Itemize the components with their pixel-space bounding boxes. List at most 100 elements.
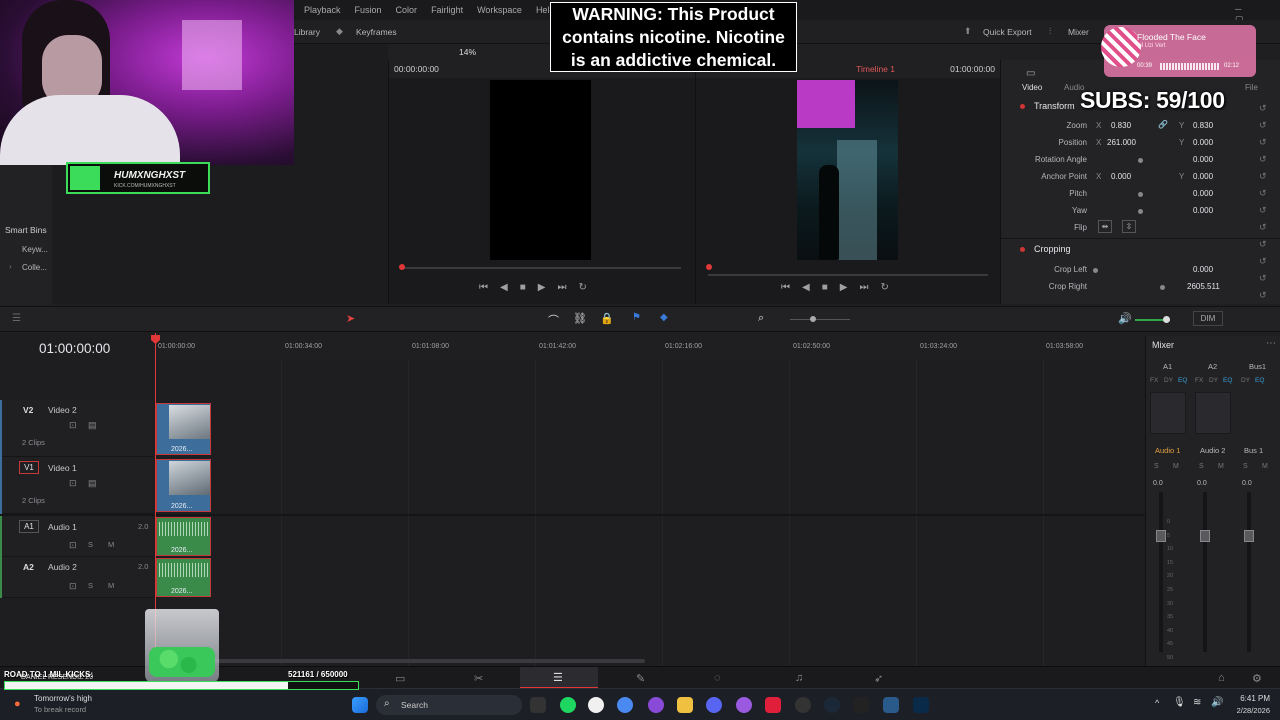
selection-tool-icon[interactable]: ➤ (346, 312, 355, 325)
zoom-x-field[interactable]: 0.830 (1111, 121, 1131, 130)
yaw-field[interactable]: 0.000 (1193, 206, 1213, 215)
jump-start-icon[interactable]: ⏮ (781, 282, 790, 293)
zoom-slider-knob[interactable] (810, 316, 816, 322)
file-explorer-icon[interactable] (677, 697, 693, 713)
spotify-icon[interactable] (560, 697, 576, 713)
track-name-v2[interactable]: Video 2 (48, 405, 77, 415)
microphone-icon[interactable]: 🎙 (1173, 697, 1186, 708)
track-header-a2[interactable]: A2 Audio 2 2.0 ⊡ S M (0, 557, 153, 598)
color-page-icon[interactable]: ◌ (714, 672, 721, 684)
reset-icons[interactable]: ↺ ↺ ↺ ↺ ↺ ↺ ↺ ↺ ↺ ↺ ↺ ↺ (1259, 100, 1267, 304)
volume-knob[interactable] (1163, 316, 1170, 323)
wifi-icon[interactable]: ≋ (1193, 697, 1201, 708)
menu-fusion[interactable]: Fusion (355, 5, 382, 15)
app-icon[interactable] (853, 697, 869, 713)
chevron-up-icon[interactable]: ^ (1155, 698, 1159, 708)
dim-button[interactable]: DIM (1193, 311, 1223, 326)
obs-icon[interactable] (736, 697, 752, 713)
weather-title[interactable]: Tomorrow's high (34, 694, 92, 703)
media-page-icon[interactable]: ▭ (395, 672, 405, 685)
crop-left-slider[interactable] (1093, 268, 1098, 273)
snapping-icon[interactable]: ⌒ (548, 312, 559, 328)
menu-color[interactable]: Color (396, 5, 418, 15)
step-back-icon[interactable]: ◀ (802, 282, 810, 293)
fader-knob-bus1[interactable] (1244, 530, 1254, 542)
mute-button[interactable]: M (1218, 463, 1224, 470)
photoshop-icon[interactable] (913, 697, 929, 713)
flag-icon[interactable]: ⚑ (632, 312, 641, 323)
clip-a2[interactable]: 2026... (156, 558, 211, 597)
mute-button[interactable]: M (1262, 463, 1268, 470)
timeline-options-icon[interactable]: ☰ (12, 313, 21, 324)
menu-workspace[interactable]: Workspace (477, 5, 522, 15)
stop-icon[interactable]: ■ (520, 282, 526, 293)
tab-video[interactable]: Video (1022, 83, 1042, 92)
track-badge-v2[interactable]: V2 (23, 405, 33, 415)
timeline-scrubber[interactable] (708, 274, 988, 276)
clip-v2[interactable]: 2026... (156, 403, 211, 455)
track-name-a1[interactable]: Audio 1 (48, 522, 77, 532)
auto-select-icon[interactable]: ⊡ (69, 540, 77, 551)
zoom-y-field[interactable]: 0.830 (1193, 121, 1213, 130)
steam-icon[interactable] (824, 697, 840, 713)
library-tab[interactable]: Library (294, 27, 320, 37)
position-y-field[interactable]: 0.000 (1193, 138, 1213, 147)
pitch-slider[interactable] (1138, 192, 1143, 197)
loop-icon[interactable]: ↻ (880, 282, 888, 293)
weather-subtitle[interactable]: To break record (34, 705, 86, 714)
flip-horizontal-icon[interactable]: ⇹ (1098, 220, 1112, 233)
home-icon[interactable]: ⌂ (1218, 672, 1225, 684)
solo-button[interactable]: S (1243, 463, 1248, 470)
track-header-a1[interactable]: A1 Audio 1 2.0 ⊡ S M (0, 516, 153, 557)
app-icon[interactable] (795, 697, 811, 713)
rotation-slider[interactable] (1138, 158, 1143, 163)
play-icon[interactable]: ▶ (840, 282, 848, 293)
step-back-icon[interactable]: ◀ (500, 282, 508, 293)
edit-page-tab[interactable]: ☰ (520, 667, 598, 689)
bin-keywords[interactable]: Keyw... (22, 245, 48, 254)
zoom-icon[interactable]: ⌕ (758, 312, 764, 325)
anchor-x-field[interactable]: 0.000 (1111, 172, 1131, 181)
track-toggle-icon[interactable]: ▤ (88, 478, 97, 489)
marker-icon[interactable]: ◆ (660, 312, 668, 323)
mute-button[interactable]: M (1173, 463, 1179, 470)
track-badge-a2[interactable]: A2 (23, 562, 34, 572)
mute-button[interactable]: M (108, 581, 114, 590)
track-name-a2[interactable]: Audio 2 (48, 562, 77, 572)
solo-button[interactable]: S (88, 581, 93, 590)
more-icon[interactable]: ⋯ (1266, 338, 1276, 349)
play-icon[interactable]: ▶ (538, 282, 546, 293)
track-toggle-icon[interactable]: ▤ (88, 420, 97, 431)
chrome-icon[interactable] (617, 697, 633, 713)
timeline-playhead-dot[interactable] (706, 264, 712, 270)
rotation-field[interactable]: 0.000 (1193, 155, 1213, 164)
track-name-v1[interactable]: Video 1 (48, 463, 77, 473)
menu-fairlight[interactable]: Fairlight (431, 5, 463, 15)
tab-file[interactable]: File (1245, 83, 1258, 92)
clock-date[interactable]: 2/28/2026 (1226, 706, 1270, 715)
jump-start-icon[interactable]: ⏮ (479, 282, 488, 293)
track-header-v2[interactable]: V2 Video 2 ⊡ ▤ 2 Clips (0, 400, 153, 457)
task-view-icon[interactable] (530, 697, 546, 713)
jump-end-icon[interactable]: ⏭ (859, 282, 868, 293)
track-badge-a1[interactable]: A1 (19, 520, 39, 533)
clock-time[interactable]: 6:41 PM (1234, 694, 1270, 703)
mute-button[interactable]: M (108, 540, 114, 549)
jump-end-icon[interactable]: ⏭ (557, 282, 566, 293)
deliver-page-icon[interactable]: ➶ (874, 672, 883, 685)
discord-icon[interactable] (706, 697, 722, 713)
link-icon[interactable]: ⛓ (573, 312, 587, 325)
track-header-v1[interactable]: V1 Video 1 ⊡ ▤ 2 Clips (0, 457, 153, 514)
crop-right-field[interactable]: 2605.511 (1187, 282, 1220, 291)
flip-vertical-icon[interactable]: ⇳ (1122, 220, 1136, 233)
solo-button[interactable]: S (1199, 463, 1204, 470)
auto-select-icon[interactable]: ⊡ (69, 478, 77, 489)
pitch-field[interactable]: 0.000 (1193, 189, 1213, 198)
fairlight-page-icon[interactable]: ♫ (795, 672, 803, 684)
mixer-toggle[interactable]: Mixer (1068, 27, 1089, 37)
crop-right-slider[interactable] (1160, 285, 1165, 290)
auto-select-icon[interactable]: ⊡ (69, 420, 77, 431)
position-x-field[interactable]: 261.000 (1107, 138, 1136, 147)
volume-icon[interactable]: 🔊 (1118, 312, 1132, 325)
crop-left-field[interactable]: 0.000 (1193, 265, 1213, 274)
